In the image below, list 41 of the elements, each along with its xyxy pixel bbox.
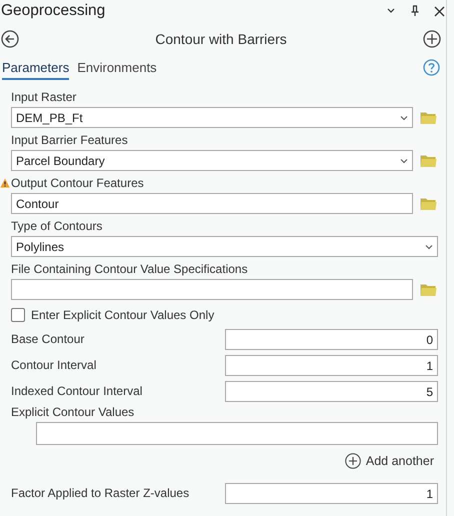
- parameter-label: Type of Contours: [11, 219, 102, 234]
- checkbox-label: Enter Explicit Contour Values Only: [31, 308, 214, 322]
- number-field[interactable]: 5: [225, 381, 438, 402]
- folder-icon[interactable]: [420, 282, 437, 296]
- number-field[interactable]: 0: [225, 329, 438, 350]
- parameter-label: Input Barrier Features: [11, 133, 128, 148]
- parameter-label: Output Contour Features: [11, 176, 144, 191]
- chevron-down-icon: [400, 158, 408, 164]
- tab[interactable]: Environments: [77, 60, 157, 80]
- add-icon: [344, 453, 361, 469]
- chevron-down-icon: [400, 114, 408, 120]
- back-icon[interactable]: [1, 30, 19, 48]
- pane-title: Geoprocessing: [1, 2, 106, 20]
- parameter-label: Base Contour: [11, 332, 84, 347]
- input-field[interactable]: Contour: [11, 193, 413, 214]
- dropdown-field[interactable]: Polylines: [11, 236, 438, 257]
- folder-icon[interactable]: [420, 196, 437, 210]
- add-icon[interactable]: [423, 30, 441, 48]
- parameter-label: Explicit Contour Values: [11, 405, 136, 420]
- add-another-button[interactable]: Add another: [344, 453, 434, 469]
- parameter-label: Indexed Contour Interval: [11, 384, 142, 399]
- checkbox[interactable]: [11, 308, 25, 322]
- close-icon[interactable]: [434, 6, 445, 16]
- pin-icon[interactable]: [410, 5, 420, 17]
- tab[interactable]: Parameters: [2, 60, 70, 80]
- chevron-down-icon[interactable]: [386, 7, 396, 15]
- help-icon[interactable]: [423, 59, 440, 76]
- folder-icon[interactable]: [420, 154, 437, 168]
- parameter-label: Contour Interval: [11, 358, 96, 373]
- dropdown-field[interactable]: Parcel Boundary: [11, 150, 413, 171]
- tool-title: Contour with Barriers: [155, 31, 287, 47]
- folder-icon[interactable]: [420, 110, 437, 124]
- number-field[interactable]: 1: [225, 483, 438, 504]
- dropdown-field[interactable]: DEM_PB_Ft: [11, 107, 413, 128]
- parameter-label: Input Raster: [11, 90, 76, 105]
- input-field[interactable]: [11, 279, 413, 300]
- number-field[interactable]: 1: [225, 355, 438, 376]
- parameter-label: File Containing Contour Value Specifications: [11, 262, 248, 277]
- input-field[interactable]: [36, 422, 438, 445]
- chevron-down-icon: [425, 244, 433, 250]
- parameter-label: Factor Applied to Raster Z-values: [11, 486, 190, 501]
